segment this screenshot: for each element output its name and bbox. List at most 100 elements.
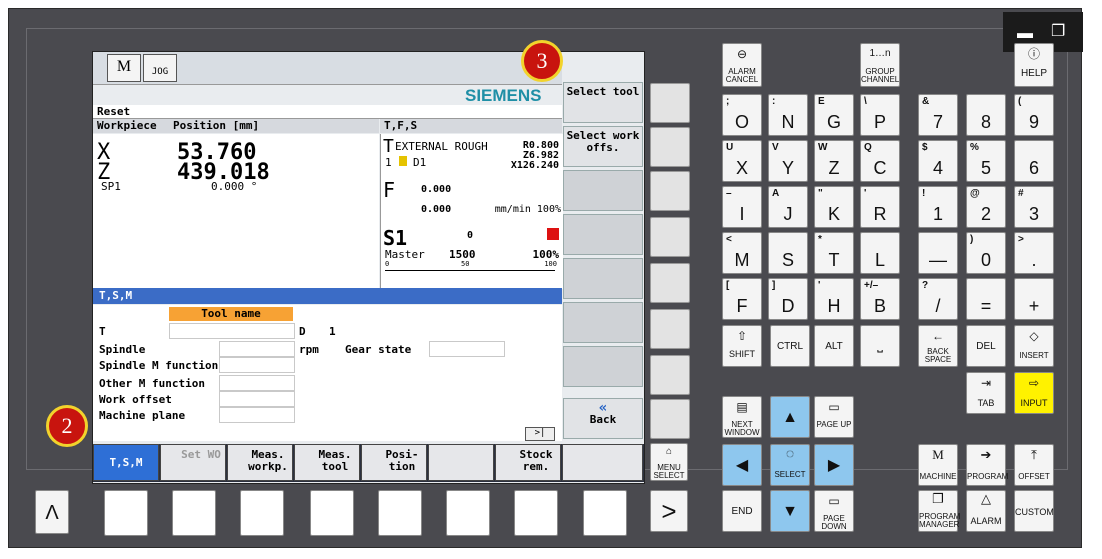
horizontal-softkey-8[interactable] xyxy=(562,444,643,481)
back-softkey[interactable]: « Back xyxy=(563,398,643,439)
alarm-key[interactable]: △ ALARM xyxy=(966,490,1006,532)
d-value[interactable]: 1 xyxy=(329,325,336,338)
letter-key-j[interactable]: AJ xyxy=(768,186,808,228)
arrow-down-key[interactable]: ▼ xyxy=(770,490,810,532)
alt-key[interactable]: ALT xyxy=(814,325,854,367)
letter-key-f[interactable]: [F xyxy=(722,278,762,320)
position-softkey[interactable]: Posi- tion xyxy=(361,444,427,481)
side-key-2[interactable] xyxy=(650,127,690,167)
tool-name-field[interactable] xyxy=(169,323,295,339)
number-key-[interactable]: — xyxy=(918,232,958,274)
group-channel-key[interactable]: 1…n GROUP CHANNEL xyxy=(860,43,900,87)
machine-plane-field[interactable] xyxy=(219,407,295,423)
alarm-cancel-key[interactable]: ⊖ ALARM CANCEL xyxy=(722,43,762,87)
number-key-[interactable]: >. xyxy=(1014,232,1054,274)
bottom-key-3[interactable] xyxy=(240,490,284,536)
number-key-7[interactable]: & 7 xyxy=(918,94,958,136)
offset-key[interactable]: ⤒ OFFSET xyxy=(1014,444,1054,486)
space-key[interactable]: ⎵ xyxy=(860,325,900,367)
stock-rem-softkey[interactable]: Stock rem. xyxy=(495,444,561,481)
letter-key-h[interactable]: ' H xyxy=(814,278,854,320)
bottom-key-7[interactable] xyxy=(514,490,558,536)
set-wo-softkey[interactable]: Set WO xyxy=(160,444,226,481)
letter-key-d[interactable]: ] D xyxy=(768,278,808,320)
custom-key[interactable]: CUSTOM xyxy=(1014,490,1054,532)
arrow-up-key[interactable]: ▲ xyxy=(770,396,810,438)
tab-key[interactable]: ⇥ TAB xyxy=(966,372,1006,414)
number-key-1[interactable]: ! 1 xyxy=(918,186,958,228)
next-window-key[interactable]: ▤ NEXT WINDOW xyxy=(722,396,762,438)
bottom-key-2[interactable] xyxy=(172,490,216,536)
select-tool-softkey[interactable]: Select tool xyxy=(563,82,643,123)
number-key-4[interactable]: $4 xyxy=(918,140,958,182)
side-key-7[interactable] xyxy=(650,355,690,395)
letter-key-l[interactable]: L xyxy=(860,232,900,274)
letter-key-k[interactable]: " K xyxy=(814,186,854,228)
letter-key-o[interactable]: ; O xyxy=(722,94,762,136)
letter-key-g[interactable]: EG xyxy=(814,94,854,136)
next-key[interactable]: > xyxy=(650,490,688,532)
recall-key[interactable]: Λ xyxy=(35,490,69,534)
number-key-2[interactable]: @2 xyxy=(966,186,1006,228)
letter-key-p[interactable]: \ P xyxy=(860,94,900,136)
scroll-end-button[interactable]: >| xyxy=(525,427,555,441)
number-key-6[interactable]: 6 xyxy=(1014,140,1054,182)
shift-key[interactable]: ⇧ SHIFT xyxy=(722,325,762,367)
side-key-4[interactable] xyxy=(650,217,690,257)
letter-key-s[interactable]: S xyxy=(768,232,808,274)
spindle-field[interactable] xyxy=(219,341,295,357)
number-key-9[interactable]: (9 xyxy=(1014,94,1054,136)
page-down-key[interactable]: ▭ PAGE DOWN xyxy=(814,490,854,532)
backspace-key[interactable]: ← BACK SPACE xyxy=(918,325,958,367)
input-key[interactable]: ⇨ INPUT xyxy=(1014,372,1054,414)
vertical-softkey-3[interactable] xyxy=(563,170,643,211)
number-key-[interactable]: + xyxy=(1014,278,1054,320)
bottom-key-6[interactable] xyxy=(446,490,490,536)
side-key-5[interactable] xyxy=(650,263,690,303)
help-key[interactable]: ⓘ HELP xyxy=(1014,43,1054,87)
bottom-key-8[interactable] xyxy=(583,490,627,536)
vertical-softkey-6[interactable] xyxy=(563,302,643,343)
letter-key-z[interactable]: WZ xyxy=(814,140,854,182)
letter-key-x[interactable]: UX xyxy=(722,140,762,182)
vertical-softkey-4[interactable] xyxy=(563,214,643,255)
machine-key[interactable]: M MACHINE xyxy=(918,444,958,486)
number-key-[interactable]: = xyxy=(966,278,1006,320)
insert-key[interactable]: ◇ INSERT xyxy=(1014,325,1054,367)
bottom-key-1[interactable] xyxy=(104,490,148,536)
bottom-key-4[interactable] xyxy=(310,490,354,536)
letter-key-r[interactable]: ' R xyxy=(860,186,900,228)
letter-key-n[interactable]: :N xyxy=(768,94,808,136)
number-key-0[interactable]: ) 0 xyxy=(966,232,1006,274)
number-key-[interactable]: ? / xyxy=(918,278,958,320)
meas-workp-softkey[interactable]: Meas. workp. xyxy=(227,444,293,481)
horizontal-softkey-6[interactable] xyxy=(428,444,494,481)
program-manager-key[interactable]: ❐ PROGRAM MANAGER xyxy=(918,490,960,532)
tsm-softkey[interactable]: T,S,M xyxy=(93,444,159,481)
select-key[interactable]: ◌ SELECT xyxy=(770,444,810,486)
gear-state-field[interactable] xyxy=(429,341,505,357)
side-key-6[interactable] xyxy=(650,309,690,349)
vertical-softkey-5[interactable] xyxy=(563,258,643,299)
letter-key-y[interactable]: VY xyxy=(768,140,808,182)
program-key[interactable]: ➔ PROGRAM xyxy=(966,444,1008,486)
arrow-right-key[interactable]: ▶ xyxy=(814,444,854,486)
letter-key-i[interactable]: – I xyxy=(722,186,762,228)
number-key-8[interactable]: 8 xyxy=(966,94,1006,136)
spindle-m-field[interactable] xyxy=(219,357,295,373)
other-m-field[interactable] xyxy=(219,375,295,391)
vertical-softkey-7[interactable] xyxy=(563,346,643,387)
side-key-1[interactable] xyxy=(650,83,690,123)
delete-key[interactable]: DEL xyxy=(966,325,1006,367)
select-work-offs-softkey[interactable]: Select work offs. xyxy=(563,126,643,167)
work-offset-field[interactable] xyxy=(219,391,295,407)
number-key-3[interactable]: #3 xyxy=(1014,186,1054,228)
restore-button[interactable]: ❐ xyxy=(1051,24,1065,40)
meas-tool-softkey[interactable]: Meas. tool xyxy=(294,444,360,481)
bottom-key-5[interactable] xyxy=(378,490,422,536)
letter-key-b[interactable]: +/– B xyxy=(860,278,900,320)
number-key-5[interactable]: % 5 xyxy=(966,140,1006,182)
menu-select-key[interactable]: ⌂ MENU SELECT xyxy=(650,443,688,481)
side-key-3[interactable] xyxy=(650,171,690,211)
letter-key-m[interactable]: < M xyxy=(722,232,762,274)
